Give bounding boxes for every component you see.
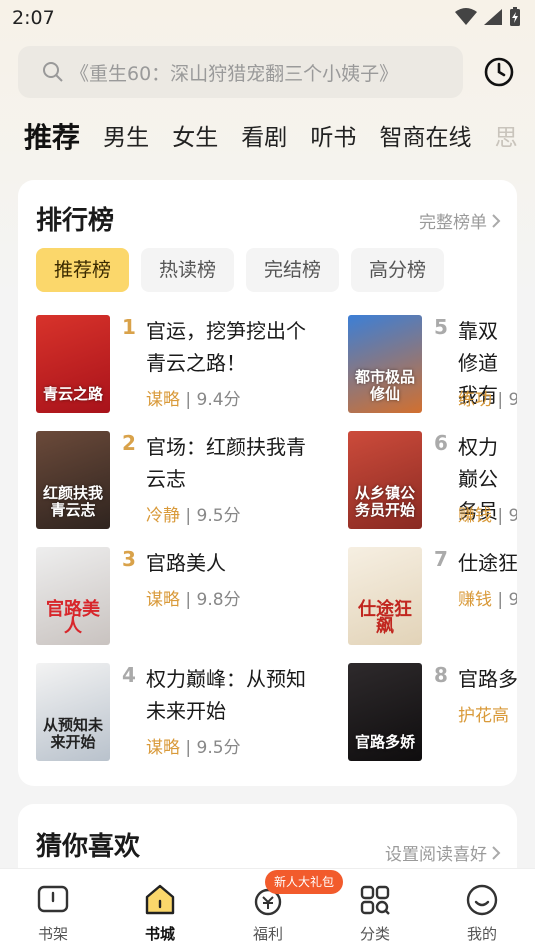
full-ranking-link[interactable]: 完整榜单 [419, 208, 501, 233]
book-cover: 从乡镇公务员开始 [348, 431, 422, 529]
search-row: 《重生60：深山狩猎宠翻三个小姨子》 [18, 46, 518, 100]
battery-icon [510, 7, 520, 26]
tab-drama[interactable]: 看剧 [241, 116, 287, 160]
book-meta: 赚钱 | 9 [458, 585, 517, 610]
book-cover: 官路多娇 [348, 663, 422, 761]
rank-number: 4 [122, 663, 136, 687]
book-item[interactable]: 仕途狂飙 7 仕途狂 赚钱 | 9 [348, 547, 517, 647]
search-placeholder: 《重生60：深山狩猎宠翻三个小姨子》 [70, 62, 399, 85]
rank-number: 5 [434, 315, 448, 339]
guess-title: 猜你喜欢 [36, 832, 141, 862]
book-score: 9.5分 [196, 738, 241, 758]
book-title: 权力巅峰：从预知未来开始 [146, 667, 306, 723]
full-ranking-label: 完整榜单 [419, 213, 487, 233]
book-cover: 从预知未来开始 [36, 663, 110, 761]
rank-number: 3 [122, 547, 136, 571]
book-score: 9 [508, 590, 517, 610]
book-tag: 冷静 [146, 506, 180, 526]
tab-male[interactable]: 男生 [103, 116, 149, 160]
book-tag: 谋略 [146, 590, 180, 610]
book-item[interactable]: 官路美人 3 官路美人 谋略 | 9.8分 [36, 547, 326, 647]
book-score: 9.8分 [196, 590, 241, 610]
nav-label: 书城 [144, 925, 175, 943]
chip-finished[interactable]: 完结榜 [246, 248, 340, 292]
reading-preference-label: 设置阅读喜好 [385, 845, 487, 865]
tab-female[interactable]: 女生 [172, 116, 218, 160]
book-meta: 谋略 | 9.5分 [146, 738, 241, 758]
bookstore-icon [145, 884, 175, 915]
book-tag: 练功 [458, 390, 492, 410]
nav-category[interactable]: 分类 [335, 883, 415, 944]
wifi-icon [455, 8, 477, 25]
nav-profile[interactable]: 我的 [442, 883, 522, 944]
new-user-gift-badge[interactable]: 新人大礼包 [265, 870, 344, 894]
reading-preference-link[interactable]: 设置阅读喜好 [385, 840, 501, 865]
rank-number: 8 [434, 663, 448, 687]
tab-recommend[interactable]: 推荐 [24, 116, 80, 160]
bookshelf-icon [37, 885, 69, 913]
nav-label: 我的 [466, 925, 497, 943]
chevron-right-icon [492, 845, 501, 860]
rank-number: 1 [122, 315, 136, 339]
book-cover: 红颜扶我青云志 [36, 431, 110, 529]
book-meta: 冷静 | 9.5分 [146, 506, 241, 526]
category-icon [360, 885, 390, 915]
nav-label: 福利 [252, 925, 283, 943]
book-meta: 赚钱 | 9 [458, 501, 517, 526]
book-title: 官路美人 [146, 551, 226, 575]
nav-bookstore[interactable]: 书城 [120, 883, 200, 944]
book-item[interactable]: 红颜扶我青云志 2 官场：红颜扶我青云志 冷静 | 9.5分 [36, 431, 326, 531]
ranking-chips: 推荐榜 热读榜 完结榜 高分榜 [36, 248, 445, 292]
profile-icon [466, 884, 498, 916]
search-input[interactable]: 《重生60：深山狩猎宠翻三个小姨子》 [18, 46, 463, 98]
search-icon [43, 62, 63, 82]
ranking-title: 排行榜 [36, 206, 115, 236]
nav-label: 书架 [37, 925, 68, 943]
book-cover: 官路美人 [36, 547, 110, 645]
history-clock-icon[interactable] [483, 56, 515, 88]
nav-bookshelf[interactable]: 书架 [13, 883, 93, 944]
book-score: 9 [508, 390, 517, 410]
book-item[interactable]: 都市极品修仙 5 靠双修道我有 练功 | 9 [348, 315, 517, 415]
book-meta: 谋略 | 9.8分 [146, 590, 241, 610]
book-meta: 护花高 [458, 701, 509, 726]
tab-smart[interactable]: 智商在线 [379, 116, 471, 160]
book-title: 官场：红颜扶我青云志 [146, 435, 306, 491]
nav-label: 分类 [359, 925, 390, 943]
book-item[interactable]: 官路多娇 8 官路多 护花高 [348, 663, 517, 763]
book-item[interactable]: 从乡镇公务员开始 6 权力巅公务员 赚钱 | 9 [348, 431, 517, 531]
book-meta: 练功 | 9 [458, 385, 517, 410]
book-cover: 仕途狂飙 [348, 547, 422, 645]
book-score: 9 [508, 506, 517, 526]
tab-audiobook[interactable]: 听书 [310, 116, 356, 160]
book-tag: 谋略 [146, 390, 180, 410]
book-tag: 谋略 [146, 738, 180, 758]
rank-number: 2 [122, 431, 136, 455]
book-tag: 护花高 [458, 706, 509, 726]
rank-number: 7 [434, 547, 448, 571]
book-cover: 青云之路 [36, 315, 110, 413]
book-item[interactable]: 从预知未来开始 4 权力巅峰：从预知未来开始 谋略 | 9.5分 [36, 663, 326, 763]
chevron-right-icon [492, 213, 501, 228]
book-item[interactable]: 青云之路 1 官运，挖笋挖出个青云之路！ 谋略 | 9.4分 [36, 315, 326, 415]
book-meta: 谋略 | 9.4分 [146, 390, 241, 410]
chip-recommend[interactable]: 推荐榜 [36, 248, 130, 292]
chip-hot[interactable]: 热读榜 [141, 248, 235, 292]
rank-number: 6 [434, 431, 448, 455]
status-time: 2:07 [12, 7, 55, 29]
book-tag: 赚钱 [458, 590, 492, 610]
book-title: 官路多 [458, 667, 517, 691]
book-score: 9.5分 [196, 506, 241, 526]
chip-high-score[interactable]: 高分榜 [351, 248, 445, 292]
status-bar: 2:07 [0, 0, 535, 36]
book-score: 9.4分 [196, 390, 241, 410]
book-title: 仕途狂 [458, 551, 517, 575]
ranking-card: 排行榜 完整榜单 推荐榜 热读榜 完结榜 高分榜 青云之路 1 官运，挖笋挖出个… [18, 180, 517, 786]
category-tabs: 推荐 男生 女生 看剧 听书 智商在线 思 [24, 116, 535, 166]
signal-icon [484, 9, 502, 25]
tab-more[interactable]: 思 [495, 116, 518, 160]
book-title: 官运，挖笋挖出个青云之路！ [146, 319, 306, 375]
book-cover: 都市极品修仙 [348, 315, 422, 413]
book-tag: 赚钱 [458, 506, 492, 526]
